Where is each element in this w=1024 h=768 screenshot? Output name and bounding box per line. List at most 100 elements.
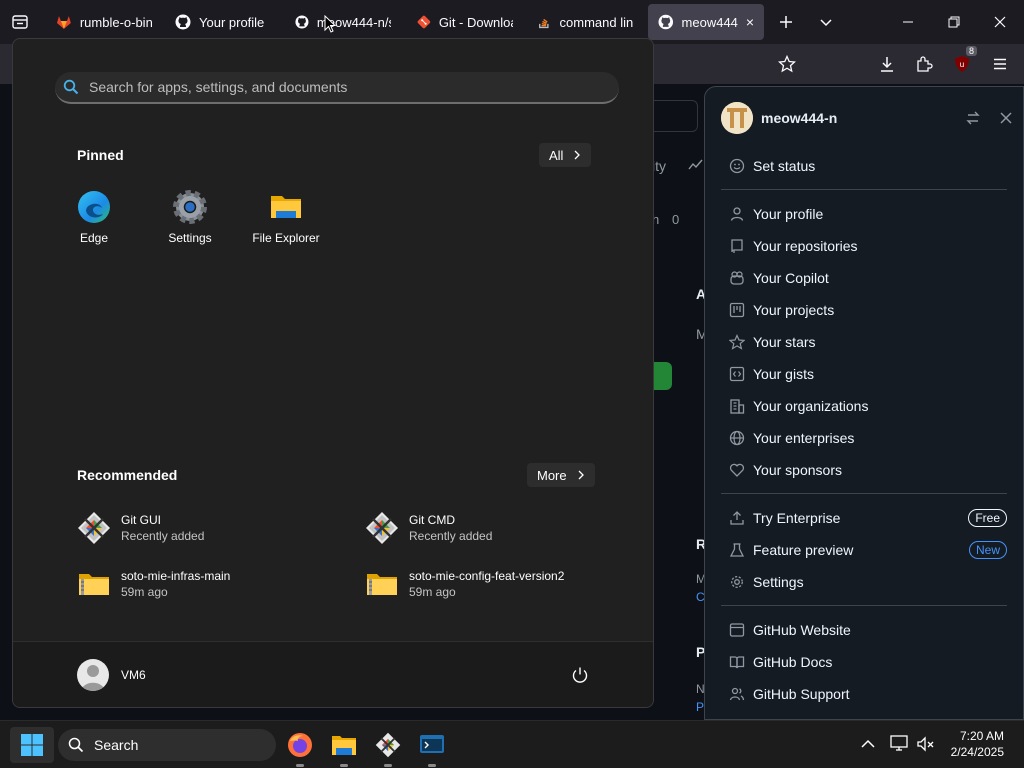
tab-close-button[interactable]: × [746, 14, 754, 30]
tab-overview-button[interactable] [2, 4, 38, 40]
pinned-app-edge[interactable]: Edge [49, 189, 139, 245]
menu-item-github-support[interactable]: GitHub Support [721, 679, 1007, 709]
activity-tab-fragment[interactable]: ity [652, 158, 666, 174]
app-menu-button[interactable] [988, 52, 1012, 76]
all-apps-button[interactable]: All [539, 143, 592, 167]
settings-gear-icon [173, 190, 207, 224]
git-icon [417, 15, 431, 29]
menu-item-label: Settings [753, 574, 804, 590]
firefox-icon [288, 733, 312, 757]
chevron-up-icon[interactable] [860, 738, 876, 750]
download-icon [881, 57, 893, 72]
tab-rumble-o-bin[interactable]: rumble-o-bin [46, 4, 162, 40]
ublock-extension-button[interactable]: u 8 [950, 46, 977, 76]
more-recommended-button[interactable]: More [527, 463, 595, 487]
menu-item-settings[interactable]: Settings [721, 567, 1007, 597]
tab-meow444-n-so[interactable]: meow444-n/so [285, 4, 401, 40]
close-window-button[interactable] [982, 4, 1018, 40]
start-search-box[interactable] [55, 72, 619, 104]
puzzle-icon [917, 56, 933, 72]
recommended-git-cmd[interactable]: Git CMD Recently added [365, 511, 492, 545]
tab-your-profile[interactable]: Your profile [165, 4, 281, 40]
taskbar-app-firefox[interactable] [282, 729, 318, 767]
menu-item-label: Set status [753, 158, 816, 174]
tab-meow444-n-active[interactable]: meow444-n × [648, 4, 764, 40]
menu-item-github-docs[interactable]: GitHub Docs [721, 647, 1007, 677]
menu-item-your-gists[interactable]: Your gists [721, 359, 1007, 389]
running-indicator [340, 764, 348, 767]
power-button[interactable] [571, 666, 589, 684]
recommended-soto-mie-config-feat-version2[interactable]: soto-mie-config-feat-version2 59m ago [365, 567, 564, 601]
menu-item-try-enterprise[interactable]: Try Enterprise Free [721, 503, 1007, 533]
set-status-item[interactable]: Set status [721, 151, 1007, 181]
star-icon [729, 334, 745, 350]
svg-text:u: u [960, 60, 964, 69]
link-fragment[interactable]: P [696, 700, 704, 714]
organization-icon [729, 398, 745, 414]
start-button[interactable] [10, 727, 54, 763]
menu-item-your-organizations[interactable]: Your organizations [721, 391, 1007, 421]
repo-icon [729, 238, 745, 254]
recommended-soto-mie-infras-main[interactable]: soto-mie-infras-main 59m ago [77, 567, 230, 601]
downloads-button[interactable] [875, 52, 899, 76]
tab-title: Git - Download [438, 14, 513, 30]
user-name[interactable]: VM6 [121, 668, 146, 682]
graph-icon [688, 159, 703, 170]
menu-item-your-profile[interactable]: Your profile [721, 199, 1007, 229]
taskbar-clock[interactable]: 7:20 AM 2/24/2025 [951, 728, 1004, 760]
zip-folder-icon [79, 574, 109, 595]
extensions-button[interactable] [912, 52, 936, 76]
start-search-input[interactable] [89, 79, 619, 95]
tab-title: rumble-o-bin [79, 14, 152, 30]
edge-icon [78, 191, 110, 223]
start-menu: Pinned All Edge Settings File Explorer R… [12, 38, 654, 708]
menu-item-feature-preview[interactable]: Feature preview New [721, 535, 1007, 565]
clock-date: 2/24/2025 [950, 745, 1004, 759]
speaker-muted-icon[interactable] [916, 735, 936, 753]
menu-item-github-website[interactable]: GitHub Website [721, 615, 1007, 645]
menu-item-label: Your projects [753, 302, 835, 318]
menu-item-your-stars[interactable]: Your stars [721, 327, 1007, 357]
tab-command-line[interactable]: command line [527, 4, 643, 40]
bookmark-star-button[interactable] [775, 52, 799, 76]
chevron-down-icon [820, 19, 832, 27]
user-icon [81, 665, 105, 691]
menu-divider [721, 605, 1007, 606]
menu-item-your-repositories[interactable]: Your repositories [721, 231, 1007, 261]
network-icon[interactable] [890, 735, 910, 753]
menu-item-your-copilot[interactable]: Your Copilot [721, 263, 1007, 293]
minimize-button[interactable] [890, 4, 926, 40]
clock-time: 7:20 AM [959, 729, 1004, 743]
user-avatar[interactable] [77, 659, 109, 691]
restore-button[interactable] [936, 4, 972, 40]
folder-icon [332, 736, 356, 755]
tab-git-download[interactable]: Git - Download [407, 4, 523, 40]
pinned-app-file-explorer[interactable]: File Explorer [241, 189, 331, 245]
menu-item-your-projects[interactable]: Your projects [721, 295, 1007, 325]
taskbar-app-terminal[interactable] [414, 729, 450, 767]
menu-item-label: Your profile [753, 206, 824, 222]
heart-icon [729, 462, 745, 478]
taskbar-search-box[interactable]: Search [58, 729, 276, 761]
taskbar-app-git-gui[interactable] [370, 729, 406, 767]
menu-divider [721, 493, 1007, 494]
shield-icon: u [955, 56, 969, 72]
menu-item-label: Your stars [753, 334, 816, 350]
search-icon [68, 737, 84, 753]
recommended-item-name: soto-mie-infras-main [121, 569, 231, 583]
menu-item-your-enterprises[interactable]: Your enterprises [721, 423, 1007, 453]
recommended-git-gui[interactable]: Git GUI Recently added [77, 511, 204, 545]
close-icon[interactable] [999, 111, 1013, 125]
stackoverflow-icon [539, 18, 549, 29]
new-tab-button[interactable] [768, 4, 804, 40]
taskbar: Search 7:20 AM 2/24/2025 [0, 720, 1024, 768]
switch-account-icon[interactable] [965, 110, 981, 126]
taskbar-app-file-explorer[interactable] [326, 729, 362, 767]
git-app-icon [366, 512, 398, 544]
list-all-tabs-button[interactable] [808, 4, 844, 40]
menu-item-your-sponsors[interactable]: Your sponsors [721, 455, 1007, 485]
pinned-app-settings[interactable]: Settings [145, 189, 235, 245]
recommended-item-subtitle: Recently added [409, 529, 493, 543]
close-icon [994, 16, 1006, 28]
plus-icon [780, 16, 792, 28]
